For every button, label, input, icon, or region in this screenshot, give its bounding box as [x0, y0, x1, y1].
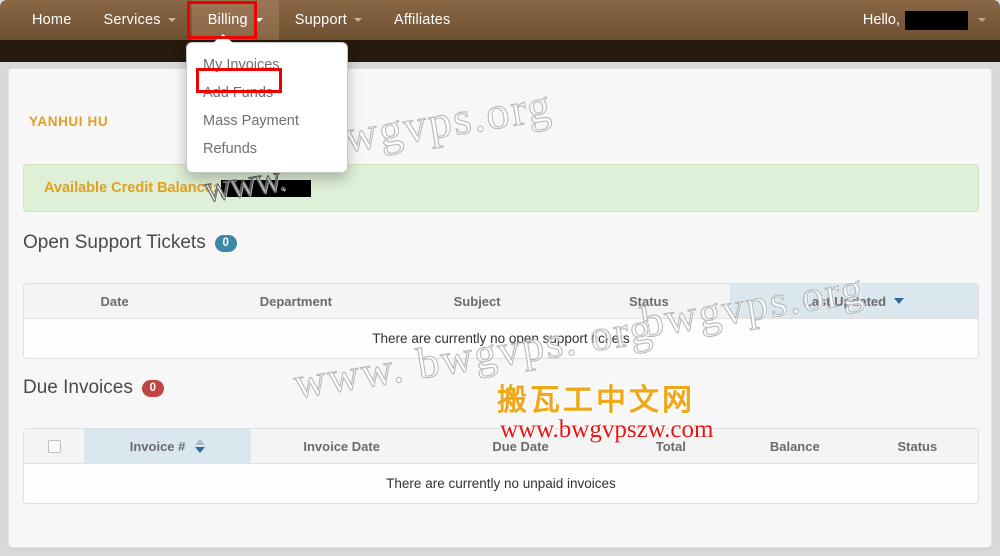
column-header-subject[interactable]: Subject [387, 284, 568, 318]
chevron-down-icon [353, 18, 362, 22]
sort-toggle-icon [195, 439, 206, 453]
account-holder-name: YANHUI HU [29, 114, 109, 129]
column-label: Status [897, 438, 938, 454]
column-header-date[interactable]: Date [24, 284, 205, 318]
navbar-under-strip [0, 40, 1000, 62]
chevron-down-icon [254, 18, 263, 22]
billing-dropdown-menu: My Invoices Add Funds Mass Payment Refun… [186, 34, 348, 173]
top-navbar: Home Services Billing Support Affiliates… [0, 0, 1000, 40]
due-invoices-heading: Due Invoices 0 [23, 377, 164, 399]
credit-balance-label: Available Credit Balance: [44, 180, 218, 196]
account-menu[interactable]: Hello, [863, 0, 986, 40]
nav-item-support[interactable]: Support [279, 0, 378, 40]
column-header-last-updated[interactable]: Last Updated [729, 284, 978, 318]
column-header-invoice-number[interactable]: Invoice # [84, 429, 252, 463]
nav-item-services[interactable]: Services [87, 0, 191, 40]
nav-item-affiliates[interactable]: Affiliates [378, 0, 467, 40]
column-header-due-date[interactable]: Due Date [432, 429, 608, 463]
client-area-panel: YANHUI HU Available Credit Balance: Open… [8, 68, 992, 548]
support-tickets-title: Open Support Tickets [23, 232, 206, 253]
dropdown-item-add-funds[interactable]: Add Funds [187, 79, 347, 107]
nav-item-home[interactable]: Home [16, 0, 87, 40]
due-invoices-empty-row: There are currently no unpaid invoices [24, 464, 978, 503]
greeting-label: Hello, [862, 12, 900, 28]
column-label: Status [628, 293, 669, 309]
column-label: Date [100, 293, 129, 309]
chevron-down-icon [978, 18, 986, 22]
due-invoices-table: Invoice # Invoice Date Due Date Total Ba… [23, 428, 979, 504]
column-label: Due Date [492, 438, 549, 454]
support-tickets-table: Date Department Subject Status Last Upda… [23, 283, 979, 359]
column-header-select-all[interactable] [24, 429, 84, 463]
support-tickets-heading: Open Support Tickets 0 [23, 232, 237, 254]
due-invoices-title: Due Invoices [23, 377, 133, 398]
column-header-balance[interactable]: Balance [733, 429, 857, 463]
column-label: Subject [453, 293, 501, 309]
nav-item-label: Home [32, 12, 72, 28]
nav-item-billing[interactable]: Billing [191, 0, 279, 40]
column-header-status[interactable]: Status [568, 284, 730, 318]
column-label: Total [655, 438, 686, 454]
sort-descending-icon [894, 298, 905, 304]
chevron-down-icon [167, 18, 176, 22]
nav-menu: Home Services Billing Support Affiliates [16, 0, 467, 40]
column-header-department[interactable]: Department [205, 284, 386, 318]
support-tickets-count-badge: 0 [214, 234, 237, 252]
credit-balance-alert: Available Credit Balance: [23, 164, 979, 212]
select-all-checkbox[interactable] [47, 439, 61, 453]
dropdown-item-mass-payment[interactable]: Mass Payment [187, 107, 347, 135]
nav-item-label: Support [294, 12, 347, 28]
table-header-row: Date Department Subject Status Last Upda… [24, 284, 978, 319]
nav-item-label: Affiliates [393, 12, 451, 28]
support-tickets-empty-row: There are currently no open support tick… [24, 319, 978, 358]
nav-item-label: Services [103, 12, 161, 28]
column-label: Invoice Date [303, 438, 380, 454]
column-label: Invoice # [129, 438, 186, 454]
column-header-invoice-date[interactable]: Invoice Date [251, 429, 432, 463]
column-label: Last Updated [803, 293, 887, 309]
dropdown-item-refunds[interactable]: Refunds [187, 135, 347, 163]
due-invoices-count-badge: 0 [141, 379, 164, 397]
nav-item-label: Billing [207, 12, 248, 28]
column-label: Balance [769, 438, 820, 454]
dropdown-item-my-invoices[interactable]: My Invoices [187, 51, 347, 79]
column-header-total[interactable]: Total [609, 429, 733, 463]
column-label: Department [259, 293, 332, 309]
table-header-row: Invoice # Invoice Date Due Date Total Ba… [24, 429, 978, 464]
credit-balance-redaction [220, 179, 311, 197]
column-header-status[interactable]: Status [857, 429, 978, 463]
account-name-redaction [905, 10, 968, 30]
